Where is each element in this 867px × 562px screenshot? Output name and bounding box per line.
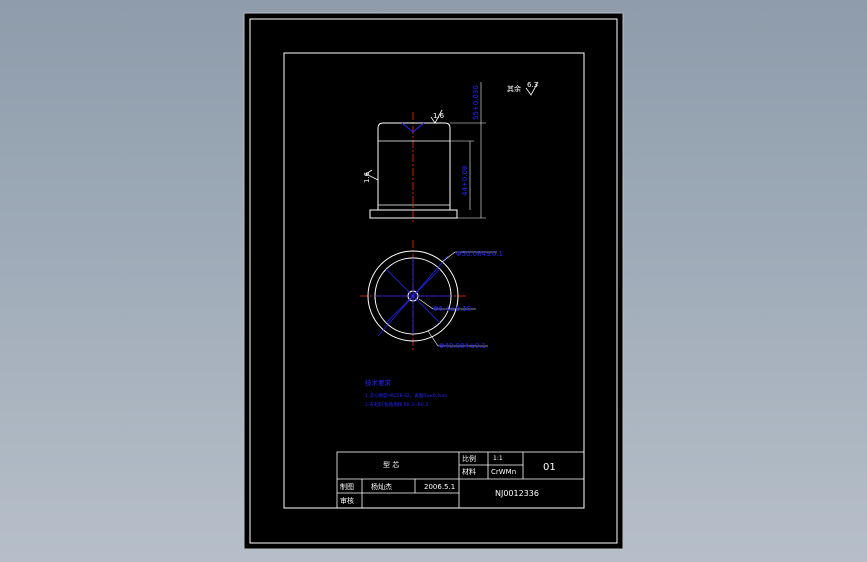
drawing-sheet (243, 12, 624, 550)
drawing-number: NJ0012336 (495, 489, 539, 498)
notes-title: 技术要求 (365, 378, 392, 387)
dim-inner-dia: Φ40.084±0.1 (439, 342, 486, 350)
cad-drawing-canvas: 1.6 1.6 55+0.030 44+0.08 其余 6.3 Φ50.084±… (243, 12, 624, 550)
dim-height-total: 55+0.030 (472, 85, 480, 120)
notes-line-2: 2.去毛刺 锐角倒钝 R0.2~R0.3 (365, 401, 428, 408)
dim-height-body: 44+0.08 (461, 166, 469, 196)
checked-label: 审核 (340, 496, 354, 505)
roughness-top-label: 1.6 (433, 112, 445, 120)
drawn-label: 制图 (340, 482, 354, 491)
notes-line-1: 1.淬火硬度HRC58-62，表面Ra≤0.4um (365, 392, 447, 399)
roughness-note: 其余 (507, 84, 521, 93)
drawn-date: 2006.5.1 (424, 483, 455, 491)
scale-label: 比例 (462, 454, 476, 463)
dim-hole-dia: Φ6.4±0.18 (433, 305, 471, 313)
dim-outer-dia: Φ50.084±0.1 (456, 250, 503, 258)
scale-value: 1:1 (493, 455, 503, 462)
roughness-side-label: 1.6 (363, 171, 371, 183)
material-label: 材料 (462, 467, 476, 476)
drawn-by: 杨灿杰 (371, 482, 392, 491)
part-name: 型 芯 (383, 460, 399, 469)
material-value: CrWMn (491, 468, 516, 476)
sheet-number: 01 (543, 462, 556, 473)
